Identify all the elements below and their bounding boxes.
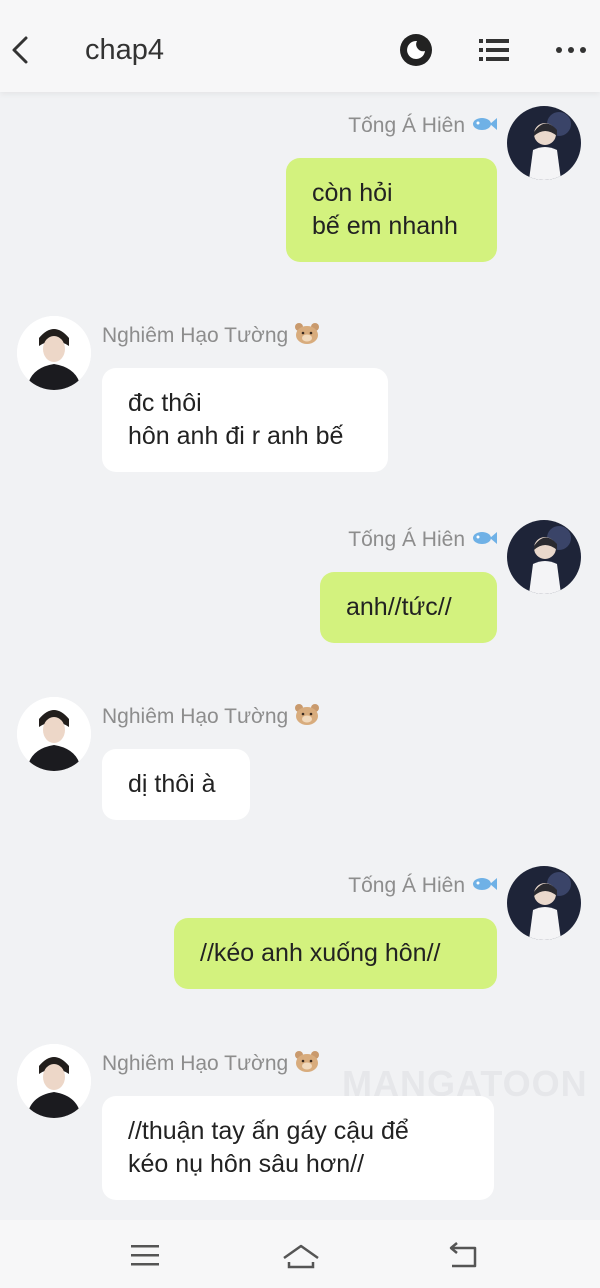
- avatar[interactable]: [507, 866, 581, 940]
- message-bubble: //kéo anh xuống hôn//: [174, 918, 497, 989]
- sender-name: Tống Á Hiên: [348, 112, 497, 140]
- message-item: Nghiêm Hạo Tường đc thôi hôn anh đi r an…: [0, 316, 600, 476]
- message-item: Tống Á Hiên còn hỏi bế em nhanh: [0, 106, 600, 266]
- fish-icon: [473, 118, 497, 130]
- avatar[interactable]: [507, 520, 581, 594]
- message-item: Nghiêm Hạo Tường dị thôi à: [0, 697, 600, 827]
- message-bubble: //thuận tay ấn gáy cậu để kéo nụ hôn sâu…: [102, 1096, 494, 1200]
- back-nav-icon[interactable]: [446, 1238, 480, 1272]
- home-icon[interactable]: [281, 1238, 321, 1272]
- bear-icon: [295, 704, 320, 725]
- avatar[interactable]: [17, 1044, 91, 1118]
- message-bubble: còn hỏi bế em nhanh: [286, 158, 497, 262]
- page-title: chap4: [85, 34, 165, 66]
- menu-icon[interactable]: [128, 1238, 162, 1272]
- avatar[interactable]: [507, 106, 581, 180]
- sender-name: Nghiêm Hạo Tường: [102, 703, 320, 731]
- message-bubble: dị thôi à: [102, 749, 250, 820]
- fish-icon: [473, 878, 497, 890]
- sender-name: Tống Á Hiên: [348, 872, 497, 900]
- message-bubble: đc thôi hôn anh đi r anh bế: [102, 368, 388, 472]
- message-item: Tống Á Hiên anh//tức//: [0, 520, 600, 650]
- sender-name: Nghiêm Hạo Tường: [102, 322, 320, 350]
- bear-icon: [295, 323, 320, 344]
- message-item: Tống Á Hiên //kéo anh xuống hôn//: [0, 866, 600, 996]
- sender-name: Tống Á Hiên: [348, 526, 497, 554]
- top-bar: chap4: [0, 0, 600, 92]
- avatar[interactable]: [17, 316, 91, 390]
- chapter-list-icon[interactable]: [476, 32, 512, 68]
- more-options-icon[interactable]: [553, 32, 589, 68]
- sender-name: Nghiêm Hạo Tường: [102, 1050, 320, 1078]
- avatar[interactable]: [17, 697, 91, 771]
- message-bubble: anh//tức//: [320, 572, 497, 643]
- night-mode-icon[interactable]: [398, 32, 434, 68]
- back-arrow-icon[interactable]: [6, 30, 38, 70]
- message-item: Nghiêm Hạo Tường //thuận tay ấn gáy cậu …: [0, 1044, 600, 1204]
- system-nav-bar: [0, 1220, 600, 1288]
- fish-icon: [473, 532, 497, 544]
- bear-icon: [295, 1051, 320, 1072]
